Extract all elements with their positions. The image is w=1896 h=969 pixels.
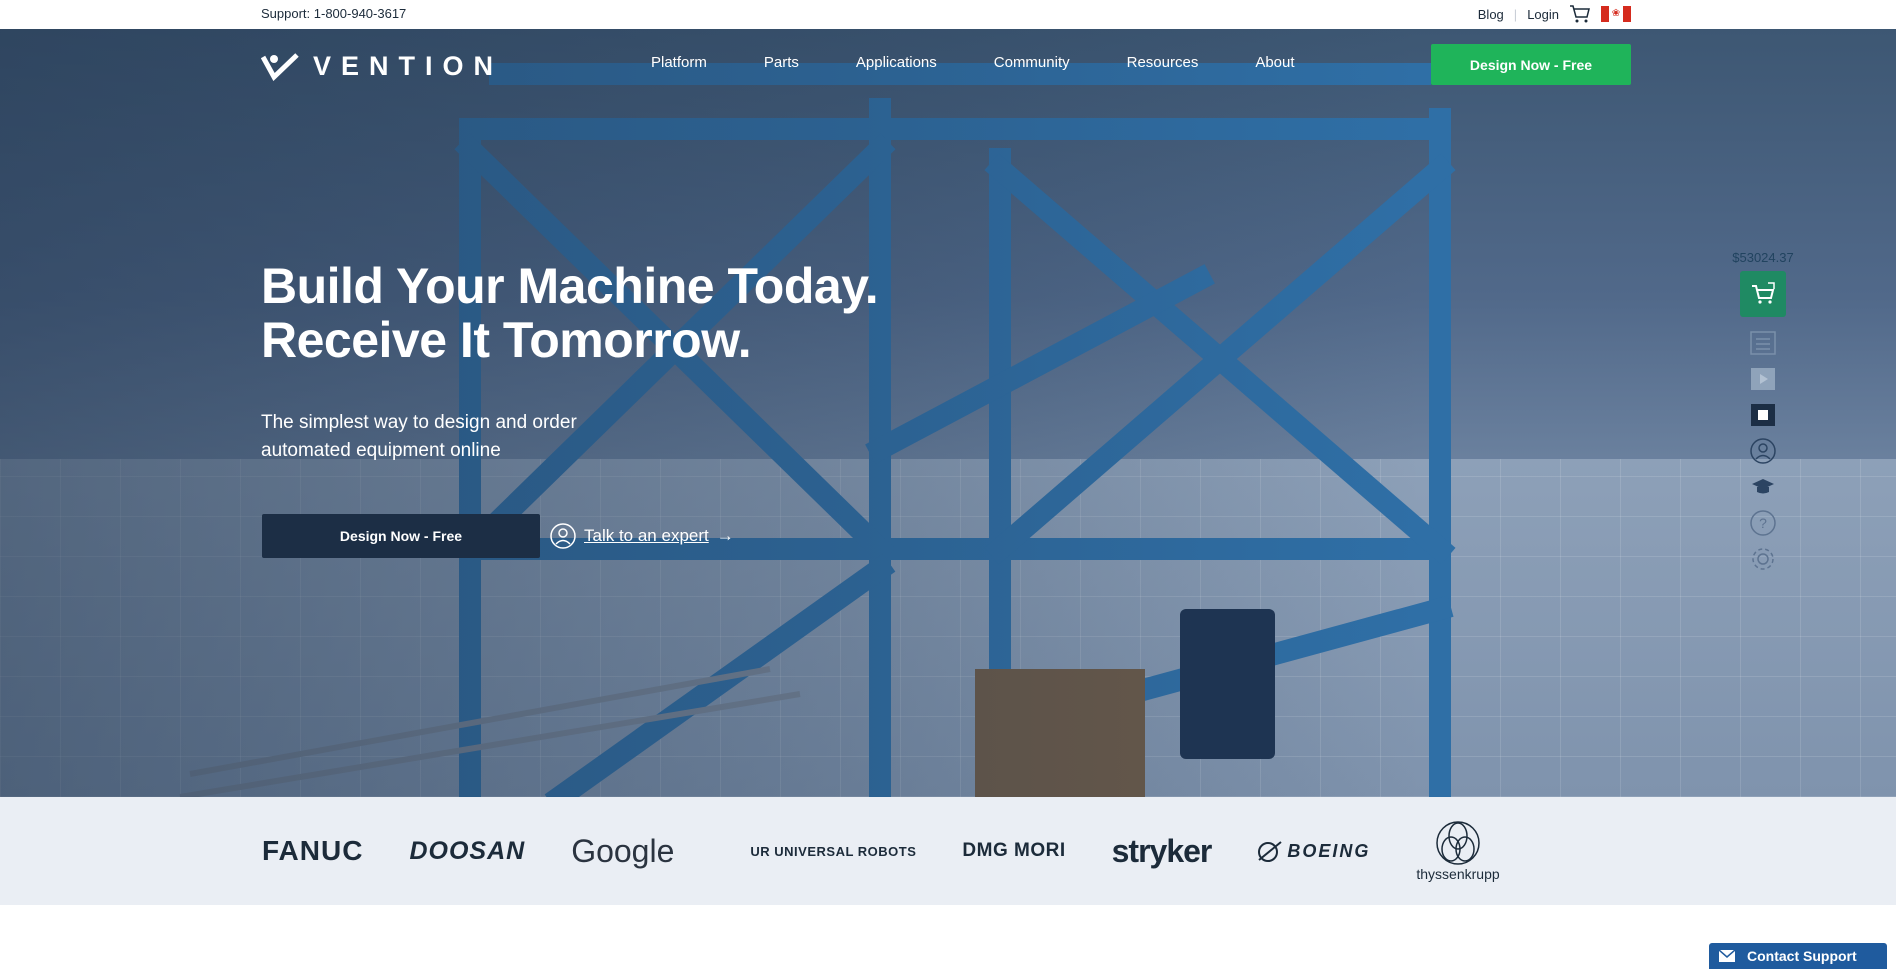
expert-icon[interactable] — [1748, 436, 1778, 466]
logo-dmg-mori: DMG MORI — [962, 840, 1066, 861]
list-icon[interactable] — [1748, 328, 1778, 358]
logo-wordmark: VENTION — [313, 51, 504, 81]
stop-icon[interactable] — [1748, 400, 1778, 430]
logo-doosan: DOOSAN — [409, 836, 526, 865]
svg-text:?: ? — [1759, 515, 1767, 531]
design-price: $53024.37 — [1732, 250, 1794, 265]
nav-item-community[interactable]: Community — [994, 54, 1070, 71]
nav-menu: Platform Parts Applications Community Re… — [651, 54, 1352, 71]
headline-line-1: Build Your Machine Today. — [261, 258, 879, 314]
contact-support-button[interactable]: Contact Support — [1709, 943, 1887, 969]
headline-line-2: Receive It Tomorrow. — [261, 312, 752, 368]
cart-expand-icon[interactable] — [1740, 271, 1786, 317]
thyssenkrupp-rings-icon — [1436, 821, 1480, 865]
nav-item-applications[interactable]: Applications — [856, 54, 937, 71]
hero-subhead: The simplest way to design and order aut… — [261, 412, 577, 461]
settings-icon[interactable] — [1748, 544, 1778, 574]
expert-avatar-icon — [550, 523, 576, 549]
hero-design-now-button[interactable]: Design Now - Free — [262, 514, 540, 558]
cart-icon[interactable] — [1569, 4, 1591, 24]
arrow-right-icon: → — [716, 526, 734, 545]
hero-section: VENTION Platform Parts Applications Comm… — [0, 29, 1896, 797]
nav-item-about[interactable]: About — [1255, 54, 1294, 71]
logo-thyssenkrupp: thyssenkrupp — [1416, 820, 1500, 882]
utility-bar: Support: 1-800-940-3617 Blog | Login ❀ — [0, 0, 1896, 29]
thyssenkrupp-label: thyssenkrupp — [1416, 866, 1500, 882]
divider: | — [1513, 6, 1518, 22]
partner-logos-band: FANUC DOOSAN Google UR UNIVERSAL ROBOTS … — [0, 797, 1896, 905]
boeing-globe-icon — [1258, 841, 1282, 862]
support-phone[interactable]: Support: 1-800-940-3617 — [261, 6, 406, 21]
login-link[interactable]: Login — [1527, 7, 1559, 22]
partner-logo-row: FANUC DOOSAN Google UR UNIVERSAL ROBOTS … — [262, 817, 1546, 885]
graduation-cap-icon[interactable] — [1748, 472, 1778, 502]
nav-item-resources[interactable]: Resources — [1127, 54, 1199, 71]
logo-boeing: BOEING — [1257, 838, 1370, 864]
envelope-icon — [1719, 950, 1735, 962]
ur-label: UNIVERSAL ROBOTS — [774, 843, 917, 859]
main-nav: VENTION Platform Parts Applications Comm… — [0, 29, 1896, 99]
help-icon[interactable]: ? — [1748, 508, 1778, 538]
nav-design-now-button[interactable]: Design Now - Free — [1431, 44, 1631, 85]
hero-headline: Build Your Machine Today. Receive It Tom… — [261, 258, 879, 368]
vention-logo-icon — [261, 52, 299, 81]
play-icon[interactable] — [1748, 364, 1778, 394]
nav-item-platform[interactable]: Platform — [651, 54, 707, 71]
logo-stryker: stryker — [1111, 832, 1213, 869]
expert-link-label[interactable]: Talk to an expert — [584, 526, 709, 546]
ur-mark: UR — [750, 843, 771, 859]
logo-fanuc: FANUC — [262, 835, 364, 866]
blog-link[interactable]: Blog — [1478, 7, 1504, 22]
configurator-toolbar: $53024.37 ? — [1720, 250, 1806, 577]
boeing-label: BOEING — [1287, 840, 1371, 861]
vention-logo[interactable]: VENTION — [261, 51, 503, 82]
logo-universal-robots: UR UNIVERSAL ROBOTS — [750, 844, 916, 859]
nav-item-parts[interactable]: Parts — [764, 54, 799, 71]
canada-flag-icon[interactable]: ❀ — [1601, 6, 1631, 22]
logo-google: Google — [571, 832, 675, 869]
contact-support-label[interactable]: Contact Support — [1747, 948, 1857, 964]
talk-to-expert-link[interactable]: Talk to an expert → — [550, 523, 734, 549]
utility-links: Blog | Login ❀ — [1478, 4, 1631, 24]
